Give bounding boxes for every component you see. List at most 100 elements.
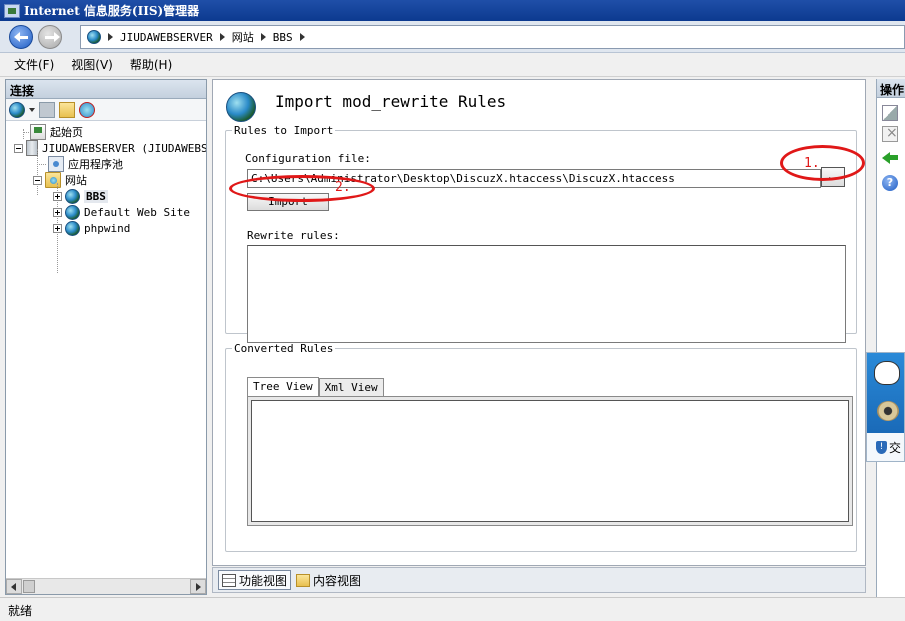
tab-xml-view[interactable]: Xml View [318,378,384,397]
converted-rules-group: Converted Rules Tree View Xml View [225,342,857,552]
address-bar: JIUDAWEBSERVER 网站 BBS [0,21,905,53]
save-icon[interactable] [39,101,55,118]
tree-item-sites[interactable]: 网站 [33,172,87,188]
converted-rules-panel [247,396,853,526]
sites-folder-icon [45,172,61,188]
horizontal-scrollbar[interactable] [6,578,206,594]
tree-item-label: Default Web Site [84,205,190,219]
scroll-left-icon[interactable] [6,579,22,594]
address-field[interactable]: JIUDAWEBSERVER 网站 BBS [80,25,905,49]
content-view-label: 内容视图 [313,573,362,588]
expand-icon[interactable] [53,223,62,233]
annotation-label-1: 1. [804,156,820,171]
window-title: Internet 信息服务(IIS)管理器 [24,4,200,18]
expand-icon[interactable] [53,207,62,217]
tree-item-app-pools[interactable]: 应用程序池 [48,156,123,172]
main-content: Import mod_rewrite Rules Rules to Import… [212,79,866,566]
status-bar: 就绪 [0,597,905,621]
tree-item-bbs[interactable]: BBS [53,188,108,204]
home-page-icon [30,124,46,140]
window-title-bar: Internet 信息服务(IIS)管理器 [0,0,905,21]
up-folder-icon[interactable] [59,101,75,118]
website-globe-icon [65,220,80,236]
view-switcher: 功能视图 内容视图 [212,567,866,593]
rabbit-avatar-icon[interactable] [874,361,900,385]
expand-icon[interactable] [53,191,62,201]
config-file-label: Configuration file: [245,152,371,165]
connect-icon[interactable] [9,101,25,118]
breadcrumb-separator-icon [108,33,113,41]
connections-tree: 起始页 JIUDAWEBSERVER (JIUDAWEBSE 应用程序池 网站 … [6,123,206,578]
scrollbar-thumb[interactable] [23,580,35,593]
remove-icon[interactable] [882,125,898,142]
tree-item-label: 网站 [65,174,87,187]
breadcrumb-separator-icon [299,33,305,41]
dropdown-arrow-icon[interactable] [29,107,35,112]
back-arrow-icon[interactable] [882,149,898,165]
content-view-icon [296,573,311,587]
collapse-icon[interactable] [14,143,23,153]
menu-bar: 文件(F) 视图(V) 帮助(H) [0,53,905,77]
breadcrumb-server[interactable]: JIUDAWEBSERVER [120,31,213,44]
features-view-icon [222,573,236,587]
connections-pane: 连接 起始页 JIUDAWEBSERVER (JIUDAWEBSE 应用程序池 … [5,79,207,595]
connections-toolbar [6,99,206,121]
disconnect-icon[interactable] [79,101,95,118]
website-globe-icon [65,188,80,204]
rewrite-rules-textarea[interactable] [247,245,846,343]
page-title: Import mod_rewrite Rules [275,92,507,111]
tree-item-label: BBS [84,189,108,203]
tree-item-label: 起始页 [50,126,83,139]
rules-group-legend: Rules to Import [234,124,334,137]
application-pool-icon [48,156,64,172]
collapse-icon[interactable] [33,175,42,185]
back-arrow-icon [14,32,28,42]
tab-tree-view[interactable]: Tree View [247,377,319,397]
forward-button[interactable] [38,25,62,49]
floating-widget-panel [867,353,904,433]
tree-item-start-page[interactable]: 起始页 [30,124,83,140]
features-view-button[interactable]: 功能视图 [218,570,292,590]
annotation-label-2: 2. [335,180,351,195]
menu-view[interactable]: 视图(V) [71,56,113,73]
converted-rules-tree[interactable] [251,400,849,522]
shield-icon: ! [876,441,887,454]
forward-arrow-icon [44,32,60,42]
tree-item-phpwind[interactable]: phpwind [53,220,130,236]
globe-icon [87,30,101,44]
floating-widget-text: 交 [889,441,902,455]
edit-icon[interactable] [882,105,898,121]
features-view-label: 功能视图 [239,573,288,588]
website-globe-icon [65,204,80,220]
status-text: 就绪 [8,604,33,618]
tree-item-label: JIUDAWEBSERVER (JIUDAWEBSE [42,141,206,155]
back-button[interactable] [9,25,33,49]
help-icon[interactable]: ? [882,175,898,191]
breadcrumb-bbs[interactable]: BBS [273,31,293,44]
annotation-ellipse-2 [229,175,375,202]
connections-header: 连接 [6,80,206,99]
tree-item-server[interactable]: JIUDAWEBSERVER (JIUDAWEBSE [14,140,206,156]
tree-item-label: 应用程序池 [68,158,123,171]
actions-pane: 操作 ? [876,79,905,597]
actions-header: 操作 [877,79,905,98]
tree-item-label: phpwind [84,221,131,235]
rules-to-import-group: Rules to Import Configuration file: C:\U… [225,124,857,343]
converted-rules-tabs: Tree View Xml View [247,377,384,397]
page-globe-icon [226,92,256,122]
breadcrumb-separator-icon [260,33,266,41]
annotation-ellipse-1 [780,145,865,181]
tree-item-default-web-site[interactable]: Default Web Site [53,204,190,220]
iis-app-icon [4,3,20,18]
content-view-button[interactable]: 内容视图 [293,570,364,590]
menu-file[interactable]: 文件(F) [14,56,54,73]
floating-widget-footer[interactable]: ! 交 [867,433,904,456]
menu-help[interactable]: 帮助(H) [130,56,172,73]
scroll-right-icon[interactable] [190,579,206,594]
breadcrumb-sites[interactable]: 网站 [232,29,254,45]
webcam-icon[interactable] [877,401,899,421]
floating-widget: ! 交 [866,352,905,462]
rewrite-rules-label: Rewrite rules: [247,229,340,242]
converted-group-legend: Converted Rules [234,342,334,355]
breadcrumb-separator-icon [219,33,225,41]
